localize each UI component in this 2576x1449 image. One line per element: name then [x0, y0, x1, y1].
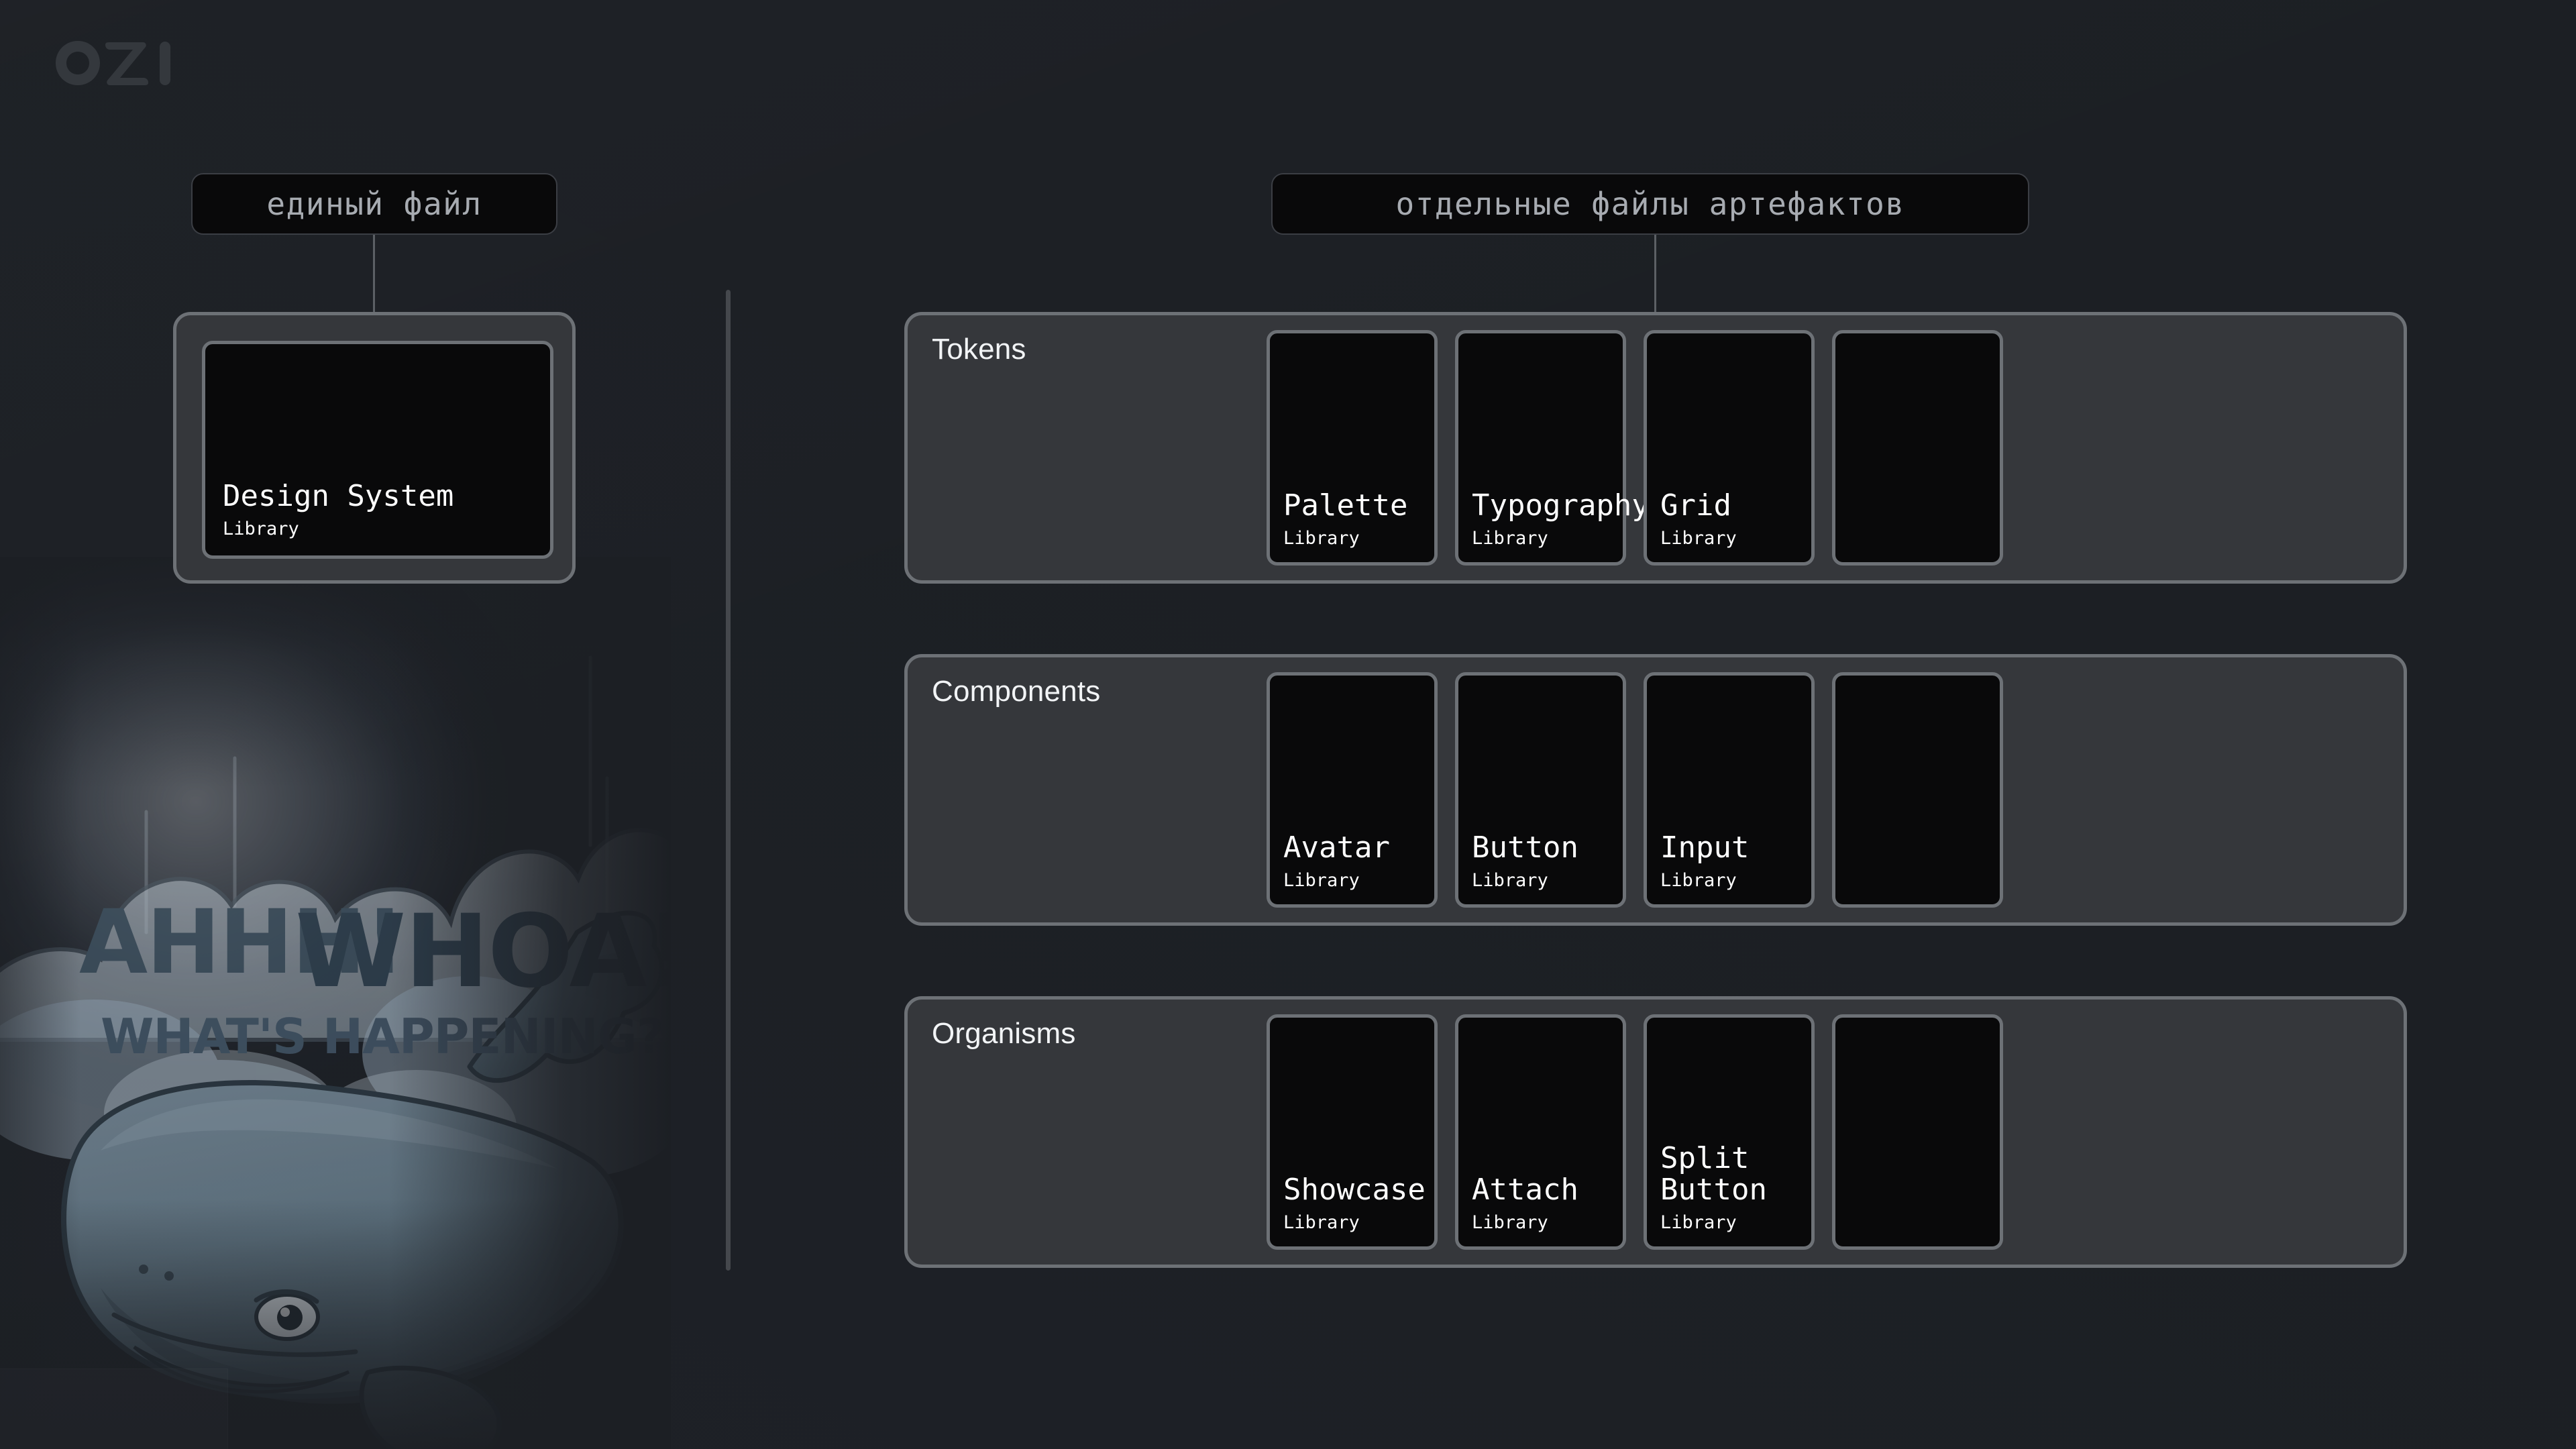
card-subtitle: Library [1283, 528, 1360, 549]
group-label: Components [932, 675, 1101, 708]
card-title: Palette [1283, 488, 1408, 523]
connector-left [373, 235, 375, 312]
card-title: Showcase [1283, 1172, 1426, 1207]
library-card[interactable]: Grid Library [1644, 330, 1815, 566]
label-single-file: единый файл [191, 173, 557, 235]
card-strip: Showcase Library Attach Library Split Bu… [1267, 1014, 2404, 1250]
card-title: Input [1660, 830, 1750, 865]
library-card[interactable]: Split Button Library [1644, 1014, 1815, 1250]
ozi-logo-mark [56, 41, 170, 85]
connector-right [1654, 235, 1656, 312]
label-separate-artifact-files: отдельные файлы артефактов [1271, 173, 2029, 235]
card-title: Avatar [1283, 830, 1390, 865]
ozi-logo [54, 39, 195, 86]
card-strip: Avatar Library Button Library Input Libr… [1267, 672, 2404, 908]
card-subtitle: Library [1283, 1212, 1360, 1233]
library-card[interactable]: Palette Library [1267, 330, 1438, 566]
library-card-partial[interactable] [1832, 1014, 2003, 1250]
card-subtitle: Library [1660, 870, 1737, 891]
card-subtitle: Library [1472, 528, 1548, 549]
card-subtitle: Library [1472, 1212, 1548, 1233]
section-divider [726, 290, 731, 1271]
group-components[interactable]: Components Avatar Library Button Library… [904, 654, 2407, 926]
card-subtitle: Library [1660, 528, 1737, 549]
card-subtitle: Library [1472, 870, 1548, 891]
library-card-partial[interactable] [1832, 330, 2003, 566]
card-title: Grid [1660, 488, 1731, 523]
card-title: Design System [223, 478, 454, 513]
card-title: Attach [1472, 1172, 1578, 1207]
card-title: Typography [1472, 488, 1650, 523]
card-title: Split Button [1660, 1140, 1767, 1207]
card-subtitle: Library [223, 519, 299, 539]
card-title: Button [1472, 830, 1578, 865]
card-strip: Palette Library Typography Library Grid … [1267, 330, 2404, 566]
group-label: Tokens [932, 333, 1026, 366]
group-label: Organisms [932, 1017, 1076, 1050]
group-tokens[interactable]: Tokens Palette Library Typography Librar… [904, 312, 2407, 584]
card-subtitle: Library [1283, 870, 1360, 891]
library-card[interactable]: Showcase Library [1267, 1014, 1438, 1250]
card-subtitle: Library [1660, 1212, 1737, 1233]
single-file-group[interactable]: Design System Library [173, 312, 576, 584]
bottom-left-plate [0, 1368, 228, 1449]
library-card-partial[interactable] [1832, 672, 2003, 908]
library-card-design-system[interactable]: Design System Library [202, 341, 553, 559]
library-card[interactable]: Avatar Library [1267, 672, 1438, 908]
library-card[interactable]: Input Library [1644, 672, 1815, 908]
library-card[interactable]: Typography Library [1455, 330, 1650, 566]
library-card[interactable]: Button Library [1455, 672, 1626, 908]
group-organisms[interactable]: Organisms Showcase Library Attach Librar… [904, 996, 2407, 1268]
library-card[interactable]: Attach Library [1455, 1014, 1626, 1250]
